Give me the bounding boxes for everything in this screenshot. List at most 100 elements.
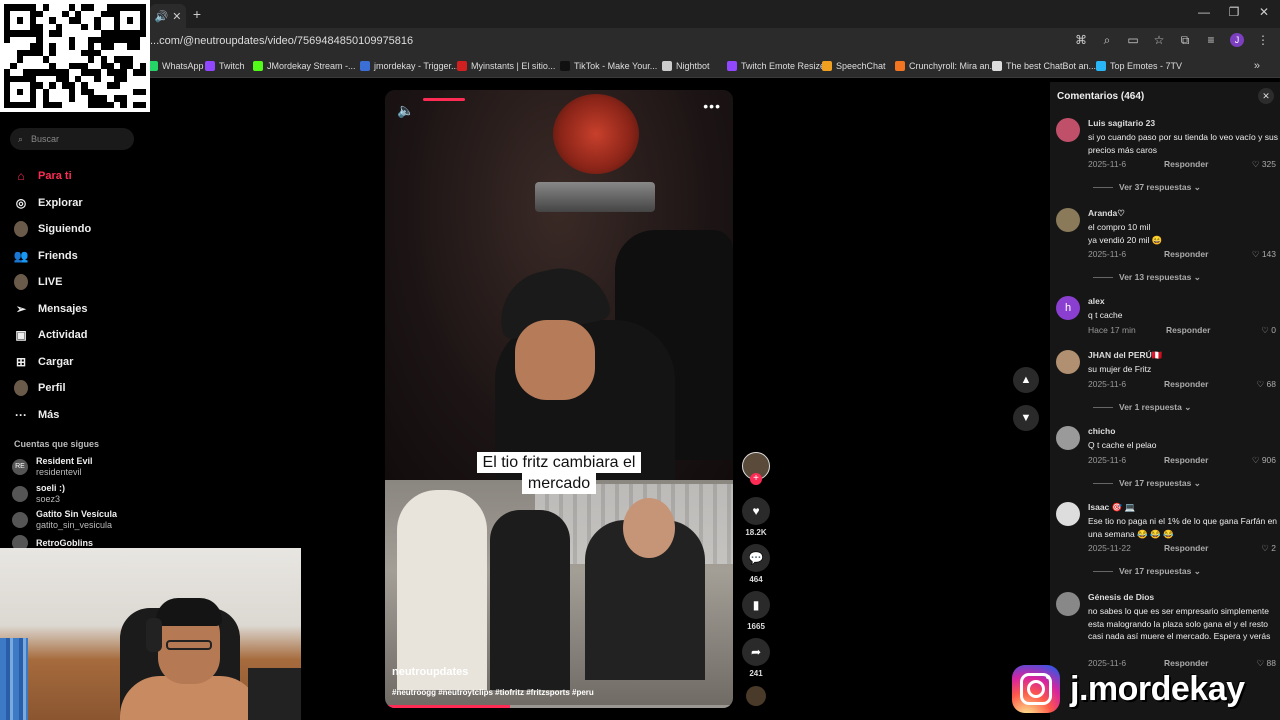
reply-button[interactable]: Responder <box>1164 455 1208 465</box>
comments-panel: Comentarios (464) ✕ Luis sagitario 23 si … <box>1050 82 1280 720</box>
comment-author[interactable]: Aranda♡ <box>1088 208 1125 219</box>
search-input[interactable]: ⌕ Buscar <box>10 128 134 150</box>
comment-avatar[interactable] <box>1056 592 1080 616</box>
view-replies-button[interactable]: Ver 1 respuesta ⌄ <box>1093 402 1191 413</box>
bookmark-item[interactable]: TikTok - Make Your... <box>560 61 657 71</box>
comment-button[interactable]: 💬 464 <box>742 544 770 584</box>
view-replies-button[interactable]: Ver 13 respuestas ⌄ <box>1093 272 1201 283</box>
media-icon[interactable]: ≡ <box>1204 33 1218 48</box>
bookmark-item[interactable]: WhatsApp <box>148 61 204 71</box>
sidebar-item-label: Siguiendo <box>38 223 92 236</box>
comment-author[interactable]: JHAN del PERÚ🇵🇪 <box>1088 350 1162 361</box>
menu-kebab-icon[interactable]: ⋮ <box>1256 33 1270 48</box>
bookmark-item[interactable]: JMordekay Stream -... <box>253 61 356 71</box>
comment-avatar[interactable] <box>1056 208 1080 232</box>
bookmark-item[interactable]: jmordekay - Trigger... <box>360 61 459 71</box>
cast-icon[interactable]: ▭ <box>1126 33 1140 48</box>
new-tab-button[interactable]: + <box>188 5 206 23</box>
previous-video-button[interactable]: ▲ <box>1013 367 1039 393</box>
close-tab-icon[interactable]: ✕ <box>172 10 181 23</box>
bookmark-item[interactable]: Myinstants | El sitio... <box>457 61 555 71</box>
bookmark-star-icon[interactable]: ☆ <box>1152 33 1166 48</box>
video-player[interactable]: El tio fritz cambiara el mercado 🔈 ••• ne… <box>385 90 733 708</box>
sidebar-item-friends[interactable]: 👥 Friends <box>14 243 144 270</box>
reply-button[interactable]: Responder <box>1164 159 1208 169</box>
sidebar-item-m-s[interactable]: ··· Más <box>14 402 144 429</box>
share-icon: ➦ <box>742 638 770 666</box>
comment-avatar[interactable] <box>1056 350 1080 374</box>
restore-icon[interactable]: ❐ <box>1224 5 1244 19</box>
bookmark-favicon-icon <box>457 61 467 71</box>
view-replies-button[interactable]: Ver 17 respuestas ⌄ <box>1093 478 1201 489</box>
heart-outline-icon: ♡ <box>1251 159 1260 169</box>
close-icon[interactable]: ✕ <box>1258 88 1274 104</box>
more-horizontal-icon[interactable]: ••• <box>703 98 721 114</box>
like-button[interactable]: ♥ 18.2K <box>742 497 770 537</box>
comment-author[interactable]: chicho <box>1088 426 1115 436</box>
comment-avatar[interactable] <box>1056 426 1080 450</box>
extensions-icon[interactable]: ⧉ <box>1178 33 1192 48</box>
bookmark-item[interactable]: SpeechChat <box>822 61 886 71</box>
sidebar-item-cargar[interactable]: ⊞ Cargar <box>14 349 144 376</box>
sidebar-item-mensajes[interactable]: ➢ Mensajes <box>14 296 144 323</box>
author-avatar-button[interactable]: + <box>742 452 770 485</box>
comment-avatar[interactable] <box>1056 118 1080 142</box>
reply-button[interactable]: Responder <box>1166 325 1210 335</box>
sidebar-item-perfil[interactable]: Perfil <box>14 375 144 402</box>
comment-like-button[interactable]: ♡ 143 <box>1252 249 1276 260</box>
bookmark-item[interactable]: The best ChatBot an... <box>992 61 1096 71</box>
comment-like-count: 2 <box>1271 543 1276 553</box>
close-window-icon[interactable]: ✕ <box>1254 5 1274 19</box>
sidebar-item-para-ti[interactable]: ⌂ Para ti <box>14 163 144 190</box>
comment-author[interactable]: Isaac 🎯 💻 <box>1088 502 1135 513</box>
comment-like-button[interactable]: ♡ 906 <box>1252 455 1276 466</box>
browser-tab[interactable]: 🔊 ✕ <box>150 4 186 28</box>
comment-like-count: 143 <box>1261 249 1276 259</box>
share-button[interactable]: ➦ 241 <box>742 638 770 678</box>
comment-like-button[interactable]: ♡ 325 <box>1252 159 1276 170</box>
view-replies-button[interactable]: Ver 17 respuestas ⌄ <box>1093 566 1201 577</box>
sidebar-item-actividad[interactable]: ▣ Actividad <box>14 322 144 349</box>
following-account[interactable]: Gatito Sin Vesícula gatito_sin_vesicula <box>12 509 117 531</box>
comment-like-button[interactable]: ♡ 0 <box>1261 325 1276 336</box>
zoom-icon[interactable]: ⌕ <box>1100 33 1114 48</box>
video-author[interactable]: neutroupdates <box>392 666 468 678</box>
comment-date: 2025-11-6 <box>1088 159 1127 169</box>
volume-icon[interactable]: 🔈 <box>397 102 414 119</box>
bookmark-item[interactable]: Twitch Emote Resize... <box>727 61 833 71</box>
follow-plus-icon[interactable]: + <box>750 473 762 485</box>
heart-outline-icon: ♡ <box>1261 324 1269 335</box>
sidebar-item-live[interactable]: LIVE <box>14 269 144 296</box>
save-button[interactable]: ▮ 1665 <box>742 591 770 631</box>
bookmarks-overflow-icon[interactable]: » <box>1254 60 1260 72</box>
bookmark-item[interactable]: Crunchyroll: Mira an... <box>895 61 997 71</box>
reply-button[interactable]: Responder <box>1164 543 1208 553</box>
video-progress-bar[interactable] <box>385 705 733 708</box>
reply-button[interactable]: Responder <box>1164 249 1208 259</box>
comment-avatar[interactable] <box>1056 502 1080 526</box>
following-account[interactable]: soeli :) soez3 <box>12 483 65 505</box>
url-field[interactable]: ...com/@neutroupdates/video/756948485010… <box>150 35 413 47</box>
bookmark-item[interactable]: Top Emotes - 7TV <box>1096 61 1182 71</box>
profile-avatar[interactable]: J <box>1230 33 1244 47</box>
next-video-button[interactable]: ▼ <box>1013 405 1039 431</box>
view-replies-button[interactable]: Ver 37 respuestas ⌄ <box>1093 182 1201 193</box>
sidebar-item-siguiendo[interactable]: Siguiendo <box>14 216 144 243</box>
sidebar-item-explorar[interactable]: ◎ Explorar <box>14 190 144 217</box>
comment-author[interactable]: alex <box>1088 296 1105 306</box>
following-account[interactable]: RE Resident Evil residentevil <box>12 456 93 478</box>
music-disc[interactable] <box>742 686 770 706</box>
bookmark-item[interactable]: Nightbot <box>662 61 710 71</box>
comment-like-button[interactable]: ♡ 2 <box>1261 543 1276 554</box>
minimize-icon[interactable]: — <box>1194 5 1214 19</box>
comment-avatar[interactable]: h <box>1056 296 1080 320</box>
comment-author[interactable]: Génesis de Dios <box>1088 592 1154 602</box>
video-hashtags[interactable]: #neutroogg #neutroytclips #tiofritz #fri… <box>392 688 594 697</box>
translate-icon[interactable]: ⌘ <box>1074 33 1088 48</box>
comment-author[interactable]: Luis sagitario 23 <box>1088 118 1155 128</box>
reply-button[interactable]: Responder <box>1164 379 1208 389</box>
music-disc-icon <box>746 686 766 706</box>
account-name: RetroGoblins <box>36 537 94 548</box>
bookmark-item[interactable]: Twitch <box>205 61 245 71</box>
comment-like-button[interactable]: ♡ 68 <box>1257 379 1276 390</box>
